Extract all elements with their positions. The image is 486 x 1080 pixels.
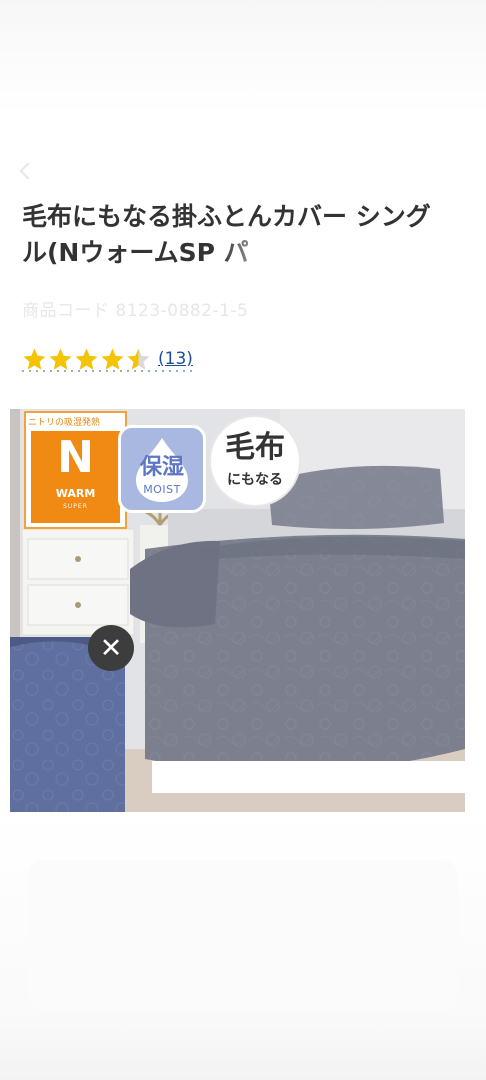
nwarm-caption: ニトリの吸湿発熱 <box>28 418 101 428</box>
product-page: 毛布にもなる掛ふとんカバー シング ル(NウォームSP パ 商品コード 8123… <box>0 0 486 1080</box>
blanket-badge-line2: にもなる <box>227 472 283 488</box>
nwarm-logo: N WARM SUPER <box>31 431 120 523</box>
close-icon: ✕ <box>99 632 123 664</box>
title-fade-overlay <box>220 238 330 278</box>
page-top-area <box>0 0 486 190</box>
product-image[interactable]: ニトリの吸湿発熱 N WARM SUPER 保湿 MOIST 毛布 にもなる ✕ <box>10 409 465 827</box>
product-code: 商品コード 8123-0882-1-5 <box>22 301 249 321</box>
moist-jp-text: 保湿 <box>139 455 184 480</box>
review-count-link[interactable]: (13) <box>158 349 193 369</box>
star-icon <box>48 347 73 372</box>
rating-summary[interactable]: (13) <box>22 346 193 372</box>
star-icon <box>74 347 99 372</box>
nwarm-warm-text: WARM <box>55 487 96 500</box>
blank-card <box>28 860 458 1010</box>
product-title-line1: 毛布にもなる掛ふとんカバー シング <box>22 202 431 231</box>
star-icon <box>22 347 47 372</box>
nwarm-letter: N <box>57 432 94 483</box>
moist-en-text: MOIST <box>143 483 181 496</box>
star-icon <box>126 347 151 372</box>
moist-badge: 保湿 MOIST <box>118 425 206 513</box>
blanket-badge: 毛布 にもなる <box>209 415 301 507</box>
rating-underline <box>22 370 194 372</box>
blanket-badge-line1: 毛布 <box>225 430 285 465</box>
nwarm-badge: ニトリの吸湿発熱 N WARM SUPER <box>24 411 127 529</box>
star-icon <box>100 347 125 372</box>
close-button[interactable]: ✕ <box>88 625 134 671</box>
rating-stars <box>22 347 151 372</box>
nwarm-super-text: SUPER <box>63 503 88 510</box>
